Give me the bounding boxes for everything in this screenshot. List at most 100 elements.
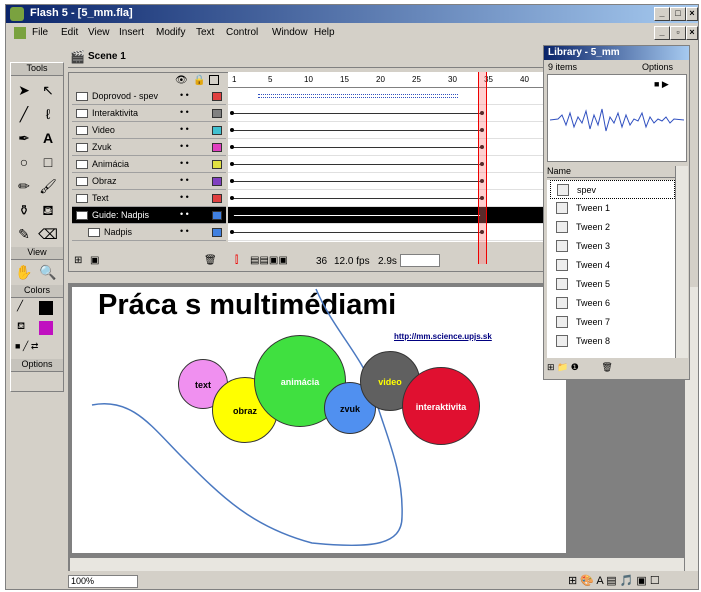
layer-visibility-dots[interactable]: • • xyxy=(180,141,189,151)
line-tool-icon[interactable]: ╱ xyxy=(13,103,35,125)
doc-minimize-button[interactable]: _ xyxy=(654,26,670,40)
library-item[interactable]: Tween 3 xyxy=(550,237,675,256)
layer-outline-color[interactable] xyxy=(212,228,222,237)
subselect-tool-icon[interactable]: ↖ xyxy=(37,79,59,101)
layer-row[interactable]: Obraz • • xyxy=(72,173,226,190)
preview-stop-icon[interactable]: ■ ▶ xyxy=(654,79,669,90)
keyframe[interactable] xyxy=(230,145,234,149)
eye-icon[interactable]: 👁 xyxy=(175,75,188,86)
timeline-hscroll[interactable] xyxy=(400,254,440,267)
layer-outline-color[interactable] xyxy=(212,92,222,101)
text-tool-icon[interactable]: A xyxy=(37,127,59,149)
lock-icon[interactable]: 🔒 xyxy=(193,75,205,86)
add-guide-icon[interactable]: ▣ xyxy=(90,255,99,266)
stage-hscroll[interactable] xyxy=(70,557,684,571)
frame-row[interactable] xyxy=(228,173,544,190)
layer-row[interactable]: Video • • xyxy=(72,122,226,139)
layer-row[interactable]: Zvuk • • xyxy=(72,139,226,156)
brush-tool-icon[interactable]: 🖌 xyxy=(37,175,59,197)
color-buttons[interactable]: ■ ╱ ⇄ xyxy=(15,341,59,355)
layer-outline-color[interactable] xyxy=(212,126,222,135)
layer-visibility-dots[interactable]: • • xyxy=(180,192,189,202)
layer-outline-color[interactable] xyxy=(212,160,222,169)
eraser-tool-icon[interactable]: ⌫ xyxy=(37,223,59,245)
layer-outline-color[interactable] xyxy=(212,177,222,186)
layer-row[interactable]: Guide: Nadpis • • xyxy=(72,207,226,224)
dropper-tool-icon[interactable]: ✎ xyxy=(13,223,35,245)
new-symbol-icon[interactable]: ⊞ xyxy=(547,362,555,372)
layer-visibility-dots[interactable]: • • xyxy=(180,226,189,236)
library-item[interactable]: Tween 4 xyxy=(550,256,675,275)
library-vscroll[interactable] xyxy=(675,166,688,358)
layer-visibility-dots[interactable]: • • xyxy=(180,90,189,100)
zoom-select[interactable]: 100% xyxy=(68,575,138,588)
minimize-button[interactable]: _ xyxy=(654,7,670,21)
delete-layer-icon[interactable]: 🗑 xyxy=(204,255,217,266)
keyframe[interactable] xyxy=(230,162,234,166)
library-column-name[interactable]: Name xyxy=(547,166,677,178)
center-frame-icon[interactable]: ⫿ xyxy=(235,255,238,266)
layer-outline-color[interactable] xyxy=(212,194,222,203)
maximize-button[interactable]: □ xyxy=(670,7,686,21)
layer-outline-color[interactable] xyxy=(212,143,222,152)
frame-row[interactable] xyxy=(228,122,544,139)
layer-outline-color[interactable] xyxy=(212,211,222,220)
library-item[interactable]: Tween 8 xyxy=(550,332,675,351)
library-item[interactable]: Tween 7 xyxy=(550,313,675,332)
doc-close-button[interactable]: × xyxy=(686,26,698,40)
frame-row[interactable] xyxy=(228,139,544,156)
frame-row[interactable] xyxy=(228,190,544,207)
keyframe[interactable] xyxy=(230,196,234,200)
new-folder-icon[interactable]: 📁 xyxy=(557,362,568,372)
fill-color-swatch[interactable] xyxy=(39,321,53,335)
pen-tool-icon[interactable]: ✒ xyxy=(13,127,35,149)
stroke-color-swatch[interactable] xyxy=(39,301,53,315)
frame-row[interactable] xyxy=(228,105,544,122)
menu-control[interactable]: Control xyxy=(226,27,258,38)
frame-row[interactable] xyxy=(228,88,544,105)
properties-icon[interactable]: ❶ xyxy=(571,362,579,372)
menu-edit[interactable]: Edit xyxy=(61,27,78,38)
delete-symbol-icon[interactable]: 🗑 xyxy=(601,362,612,372)
library-item[interactable]: Tween 6 xyxy=(550,294,675,313)
paint-bucket-tool-icon[interactable]: ⛾ xyxy=(37,199,59,221)
fill-color-icon[interactable]: ⛾ xyxy=(17,321,31,335)
frame-row[interactable] xyxy=(228,156,544,173)
library-item[interactable]: spev xyxy=(550,180,675,199)
launcher-icons[interactable]: ⊞ 🎨 A ▤ 🎵 ▣ ☐ xyxy=(568,574,660,587)
lasso-tool-icon[interactable]: ℓ xyxy=(37,103,59,125)
layer-visibility-dots[interactable]: • • xyxy=(180,158,189,168)
layer-visibility-dots[interactable]: • • xyxy=(180,124,189,134)
layer-row[interactable]: Nadpis • • xyxy=(72,224,226,241)
layer-row[interactable]: Doprovod - spev • • xyxy=(72,88,226,105)
menu-modify[interactable]: Modify xyxy=(156,27,185,38)
menu-view[interactable]: View xyxy=(88,27,110,38)
frames-area[interactable] xyxy=(228,88,544,242)
keyframe[interactable] xyxy=(230,230,234,234)
oval-tool-icon[interactable]: ○ xyxy=(13,151,35,173)
doc-restore-button[interactable]: ▫ xyxy=(670,26,686,40)
keyframe[interactable] xyxy=(230,213,234,217)
frame-row[interactable] xyxy=(228,224,544,241)
frame-row[interactable] xyxy=(228,207,544,224)
outline-icon[interactable] xyxy=(209,75,219,85)
rectangle-tool-icon[interactable]: □ xyxy=(37,151,59,173)
keyframe[interactable] xyxy=(230,128,234,132)
scene-label[interactable]: Scene 1 xyxy=(88,51,126,62)
layer-row[interactable]: Interaktivita • • xyxy=(72,105,226,122)
layer-visibility-dots[interactable]: • • xyxy=(180,209,189,219)
library-item[interactable]: Tween 2 xyxy=(550,218,675,237)
layer-visibility-dots[interactable]: • • xyxy=(180,107,189,117)
stroke-color-icon[interactable]: ╱ xyxy=(17,301,31,315)
layer-visibility-dots[interactable]: • • xyxy=(180,175,189,185)
menu-insert[interactable]: Insert xyxy=(119,27,144,38)
menu-file[interactable]: File xyxy=(32,27,48,38)
onion-skin-icon[interactable]: ▤▤▣▣ xyxy=(250,255,288,266)
pencil-tool-icon[interactable]: ✏ xyxy=(13,175,35,197)
layer-outline-color[interactable] xyxy=(212,109,222,118)
add-layer-icon[interactable]: ⊞ xyxy=(74,255,82,266)
layer-row[interactable]: Text • • xyxy=(72,190,226,207)
playhead[interactable] xyxy=(478,72,487,264)
menu-help[interactable]: Help xyxy=(314,27,335,38)
ink-bottle-tool-icon[interactable]: ⚱ xyxy=(13,199,35,221)
